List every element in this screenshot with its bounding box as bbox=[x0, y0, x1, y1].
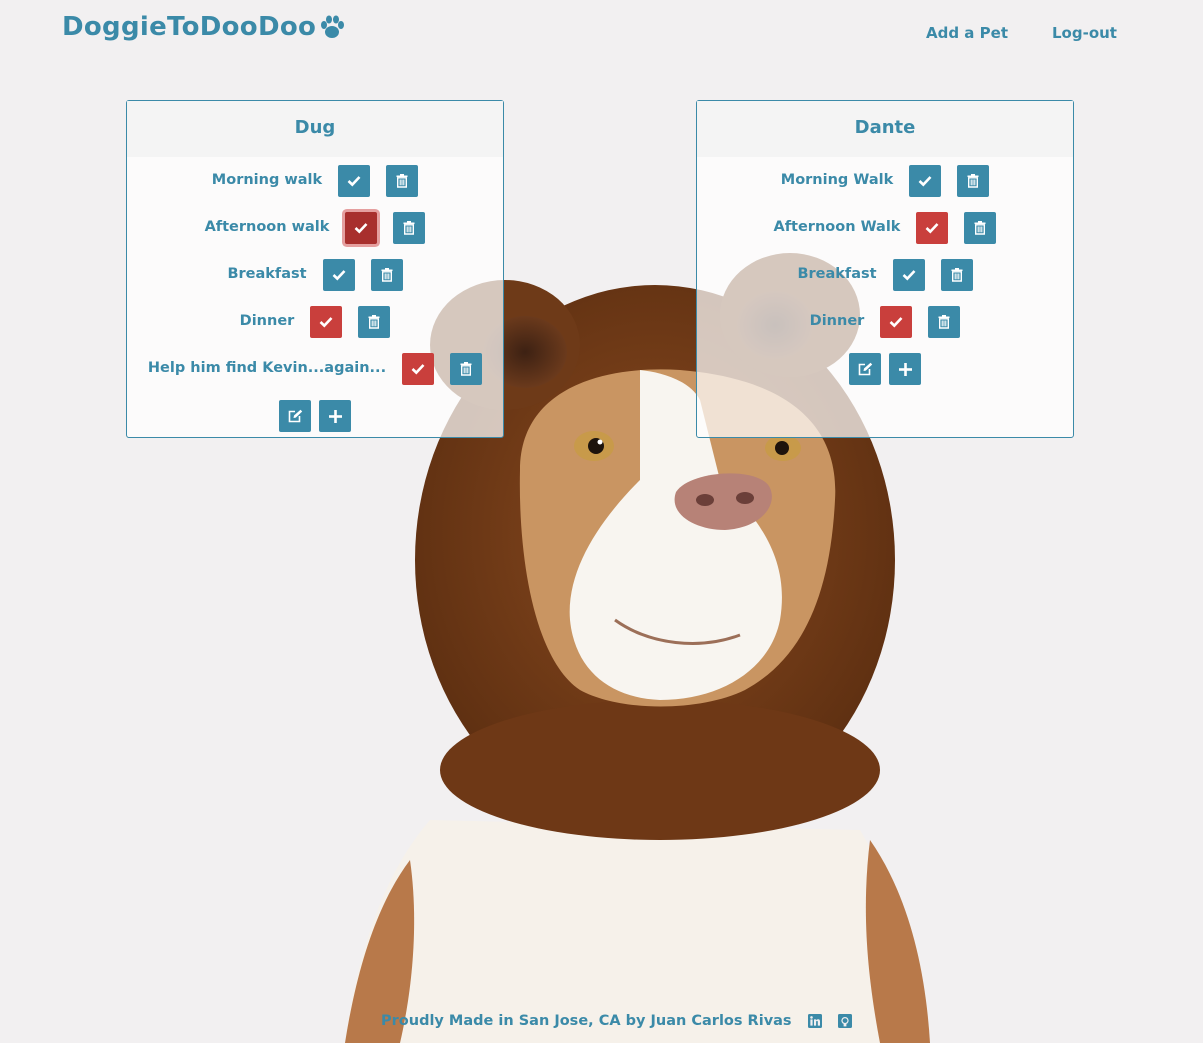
brand-title: DoggieToDooDoo bbox=[62, 12, 317, 42]
pet-name: Dante bbox=[697, 101, 1073, 157]
complete-task-button[interactable] bbox=[402, 353, 435, 385]
check-icon bbox=[918, 176, 932, 187]
task-label: Breakfast bbox=[797, 266, 877, 282]
check-icon bbox=[347, 176, 361, 187]
edit-icon bbox=[288, 409, 302, 423]
task-label: Afternoon Walk bbox=[773, 219, 901, 235]
complete-task-button[interactable] bbox=[310, 306, 343, 338]
task-row: Afternoon Walk bbox=[697, 212, 1073, 259]
pet-name: Dug bbox=[127, 101, 503, 157]
delete-task-button[interactable] bbox=[957, 165, 990, 197]
trash-icon bbox=[938, 315, 950, 329]
task-row: Dinner bbox=[697, 306, 1073, 353]
check-icon bbox=[889, 317, 903, 328]
task-label: Dinner bbox=[239, 313, 295, 329]
task-row: Afternoon walk bbox=[127, 212, 503, 259]
trash-icon bbox=[974, 221, 986, 235]
pet-card-dante: Dante Morning Walk Afternoon Walk Breakf… bbox=[696, 100, 1074, 438]
complete-task-button[interactable] bbox=[909, 165, 942, 197]
delete-task-button[interactable] bbox=[393, 212, 426, 244]
task-row: Morning Walk bbox=[697, 165, 1073, 212]
task-row: Morning walk bbox=[127, 165, 503, 212]
check-icon bbox=[411, 364, 425, 375]
edit-pet-button[interactable] bbox=[279, 400, 311, 432]
footer: Proudly Made in San Jose, CA by Juan Car… bbox=[381, 1013, 852, 1029]
task-label: Breakfast bbox=[227, 266, 307, 282]
add-task-button[interactable] bbox=[319, 400, 351, 432]
task-label: Morning Walk bbox=[780, 172, 894, 188]
edit-pet-button[interactable] bbox=[849, 353, 881, 385]
brand-logo[interactable]: DoggieToDooDoo bbox=[62, 12, 346, 42]
check-icon bbox=[332, 270, 346, 281]
check-icon bbox=[319, 317, 333, 328]
delete-task-button[interactable] bbox=[928, 306, 961, 338]
complete-task-button[interactable] bbox=[880, 306, 913, 338]
task-list: Morning Walk Afternoon Walk Breakfast Di… bbox=[697, 157, 1073, 400]
add-task-button[interactable] bbox=[889, 353, 921, 385]
nav-add-pet-link[interactable]: Add a Pet bbox=[926, 24, 1008, 42]
task-row: Breakfast bbox=[127, 259, 503, 306]
plus-icon bbox=[328, 409, 342, 423]
card-actions bbox=[127, 400, 503, 447]
trash-icon bbox=[460, 362, 472, 376]
trash-icon bbox=[396, 174, 408, 188]
linkedin-icon[interactable] bbox=[807, 1014, 822, 1028]
delete-task-button[interactable] bbox=[940, 259, 973, 291]
delete-task-button[interactable] bbox=[370, 259, 403, 291]
delete-task-button[interactable] bbox=[964, 212, 997, 244]
trash-icon bbox=[368, 315, 380, 329]
task-row: Breakfast bbox=[697, 259, 1073, 306]
complete-task-button[interactable] bbox=[338, 165, 371, 197]
trash-icon bbox=[967, 174, 979, 188]
delete-task-button[interactable] bbox=[450, 353, 483, 385]
trash-icon bbox=[381, 268, 393, 282]
check-icon bbox=[902, 270, 916, 281]
task-list: Morning walk Afternoon walk Breakfast Di… bbox=[127, 157, 503, 447]
plus-icon bbox=[898, 362, 912, 376]
pet-card-dug: Dug Morning walk Afternoon walk Breakfas… bbox=[126, 100, 504, 438]
check-icon bbox=[355, 223, 368, 234]
trash-icon bbox=[403, 221, 415, 235]
complete-task-button[interactable] bbox=[916, 212, 949, 244]
trash-icon bbox=[951, 268, 963, 282]
card-actions bbox=[697, 353, 1073, 400]
task-label: Afternoon walk bbox=[204, 219, 330, 235]
task-label: Morning walk bbox=[211, 172, 323, 188]
edit-icon bbox=[858, 362, 872, 376]
task-label: Dinner bbox=[809, 313, 865, 329]
footer-text: Proudly Made in San Jose, CA by Juan Car… bbox=[381, 1013, 792, 1029]
task-row: Dinner bbox=[127, 306, 503, 353]
complete-task-button[interactable] bbox=[345, 212, 378, 244]
complete-task-button[interactable] bbox=[892, 259, 925, 291]
task-row: Help him find Kevin...again... bbox=[127, 353, 503, 400]
check-icon bbox=[926, 223, 939, 234]
complete-task-button[interactable] bbox=[322, 259, 355, 291]
nav-logout-link[interactable]: Log-out bbox=[1052, 24, 1117, 42]
paw-icon bbox=[321, 15, 345, 38]
delete-task-button[interactable] bbox=[386, 165, 419, 197]
task-label: Help him find Kevin...again... bbox=[147, 360, 387, 376]
delete-task-button[interactable] bbox=[358, 306, 391, 338]
github-icon[interactable] bbox=[837, 1014, 852, 1028]
